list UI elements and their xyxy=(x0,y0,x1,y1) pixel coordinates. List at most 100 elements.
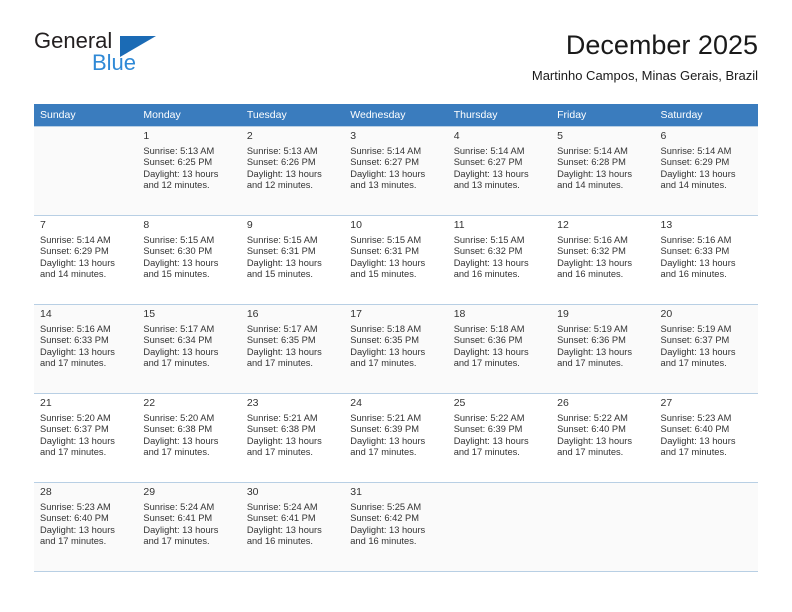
day-sun-info: Sunrise: 5:14 AM Sunset: 6:29 PM Dayligh… xyxy=(40,235,115,280)
calendar-page: General Blue December 2025 Martinho Camp… xyxy=(0,0,792,612)
day-cell-content: 25 Sunrise: 5:22 AM Sunset: 6:39 PM Dayli… xyxy=(448,394,551,479)
day-number: 12 xyxy=(557,219,569,231)
day-cell-content: 9 Sunrise: 5:15 AM Sunset: 6:31 PM Daylig… xyxy=(241,216,344,301)
calendar-day-cell[interactable]: 11 Sunrise: 5:15 AM Sunset: 6:32 PM Dayli… xyxy=(447,215,552,305)
title-block: December 2025 Martinho Campos, Minas Ger… xyxy=(532,28,758,84)
day-number: 15 xyxy=(143,308,156,320)
day-cell-content: 22 Sunrise: 5:20 AM Sunset: 6:38 PM Dayli… xyxy=(137,394,240,479)
day-cell-content: 3 Sunrise: 5:14 AM Sunset: 6:27 PM Daylig… xyxy=(344,127,447,212)
day-sun-info: Sunrise: 5:21 AM Sunset: 6:38 PM Dayligh… xyxy=(246,413,322,458)
calendar-day-cell[interactable]: 30 Sunrise: 5:24 AM Sunset: 6:41 PM Dayli… xyxy=(240,482,345,572)
calendar-day-cell[interactable]: 10 Sunrise: 5:15 AM Sunset: 6:31 PM Dayli… xyxy=(344,215,448,305)
calendar-day-cell[interactable]: 26 Sunrise: 5:22 AM Sunset: 6:40 PM Dayli… xyxy=(551,393,655,483)
weekday-header-wednesday: Wednesday xyxy=(344,104,448,127)
calendar-week-row: 21 Sunrise: 5:20 AM Sunset: 6:37 PM Dayli… xyxy=(34,393,758,483)
day-cell-content: 28 Sunrise: 5:23 AM Sunset: 6:40 PM Dayli… xyxy=(34,483,137,568)
day-sun-info: Sunrise: 5:13 AM Sunset: 6:26 PM Dayligh… xyxy=(246,146,322,191)
day-number: 28 xyxy=(40,486,52,498)
calendar-day-cell[interactable]: 23 Sunrise: 5:21 AM Sunset: 6:38 PM Dayli… xyxy=(240,393,345,483)
day-cell-content: 31 Sunrise: 5:25 AM Sunset: 6:42 PM Dayli… xyxy=(344,483,447,568)
calendar-day-cell[interactable]: 22 Sunrise: 5:20 AM Sunset: 6:38 PM Dayli… xyxy=(137,393,241,483)
day-number: 6 xyxy=(660,130,667,142)
weekday-header-friday: Friday xyxy=(551,104,655,127)
general-blue-logo[interactable]: General Blue xyxy=(34,28,254,84)
day-sun-info: Sunrise: 5:20 AM Sunset: 6:38 PM Dayligh… xyxy=(143,413,219,458)
calendar-day-cell[interactable]: 29 Sunrise: 5:24 AM Sunset: 6:41 PM Dayli… xyxy=(137,482,241,572)
day-sun-info: Sunrise: 5:19 AM Sunset: 6:37 PM Dayligh… xyxy=(660,324,736,369)
calendar-day-cell[interactable]: 12 Sunrise: 5:16 AM Sunset: 6:32 PM Dayli… xyxy=(551,215,655,305)
calendar-day-cell[interactable]: 20 Sunrise: 5:19 AM Sunset: 6:37 PM Dayli… xyxy=(654,304,758,394)
day-sun-info: Sunrise: 5:15 AM Sunset: 6:31 PM Dayligh… xyxy=(350,235,426,280)
calendar-day-cell[interactable]: 2 Sunrise: 5:13 AM Sunset: 6:26 PM Daylig… xyxy=(240,126,345,216)
page-subtitle: Martinho Campos, Minas Gerais, Brazil xyxy=(531,68,758,83)
calendar-header-row: Sunday Monday Tuesday Wednesday Thursday… xyxy=(34,104,758,127)
day-number: 30 xyxy=(246,486,259,498)
day-cell-content: 15 Sunrise: 5:17 AM Sunset: 6:34 PM Dayli… xyxy=(137,305,240,390)
calendar-day-cell[interactable]: 1 Sunrise: 5:13 AM Sunset: 6:25 PM Daylig… xyxy=(137,126,241,216)
weekday-header-saturday: Saturday xyxy=(654,104,758,127)
day-cell-content: 11 Sunrise: 5:15 AM Sunset: 6:32 PM Dayli… xyxy=(448,216,551,301)
calendar-table: Sunday Monday Tuesday Wednesday Thursday… xyxy=(34,104,758,572)
calendar-day-cell[interactable]: 31 Sunrise: 5:25 AM Sunset: 6:42 PM Dayli… xyxy=(344,482,448,572)
day-cell-content: 16 Sunrise: 5:17 AM Sunset: 6:35 PM Dayli… xyxy=(241,305,344,390)
day-cell-content: 5 Sunrise: 5:14 AM Sunset: 6:28 PM Daylig… xyxy=(551,127,654,212)
calendar-day-cell[interactable]: 8 Sunrise: 5:15 AM Sunset: 6:30 PM Daylig… xyxy=(137,215,241,305)
day-sun-info: Sunrise: 5:15 AM Sunset: 6:30 PM Dayligh… xyxy=(143,235,219,280)
day-sun-info: Sunrise: 5:17 AM Sunset: 6:35 PM Dayligh… xyxy=(246,324,322,369)
day-cell-content: 18 Sunrise: 5:18 AM Sunset: 6:36 PM Dayli… xyxy=(448,305,551,390)
calendar-day-cell-empty xyxy=(447,482,552,572)
calendar-day-cell[interactable]: 6 Sunrise: 5:14 AM Sunset: 6:29 PM Daylig… xyxy=(654,126,758,216)
day-sun-info: Sunrise: 5:23 AM Sunset: 6:40 PM Dayligh… xyxy=(40,502,115,547)
calendar-day-cell[interactable]: 4 Sunrise: 5:14 AM Sunset: 6:27 PM Daylig… xyxy=(447,126,552,216)
calendar-day-cell[interactable]: 21 Sunrise: 5:20 AM Sunset: 6:37 PM Dayli… xyxy=(34,393,138,483)
day-number: 24 xyxy=(350,397,362,409)
calendar-day-cell[interactable]: 5 Sunrise: 5:14 AM Sunset: 6:28 PM Daylig… xyxy=(551,126,655,216)
day-number: 27 xyxy=(660,397,673,409)
day-cell-content: 29 Sunrise: 5:24 AM Sunset: 6:41 PM Dayli… xyxy=(137,483,240,568)
day-sun-info: Sunrise: 5:17 AM Sunset: 6:34 PM Dayligh… xyxy=(143,324,219,369)
day-sun-info: Sunrise: 5:15 AM Sunset: 6:32 PM Dayligh… xyxy=(453,235,529,280)
day-cell-content: 20 Sunrise: 5:19 AM Sunset: 6:37 PM Dayli… xyxy=(655,305,758,390)
day-number: 2 xyxy=(246,130,253,142)
calendar-day-cell[interactable]: 17 Sunrise: 5:18 AM Sunset: 6:35 PM Dayli… xyxy=(344,304,448,394)
day-sun-info: Sunrise: 5:20 AM Sunset: 6:37 PM Dayligh… xyxy=(40,413,115,458)
calendar-body: 1 Sunrise: 5:13 AM Sunset: 6:25 PM Daylig… xyxy=(34,126,758,572)
calendar-day-cell[interactable]: 15 Sunrise: 5:17 AM Sunset: 6:34 PM Dayli… xyxy=(137,304,241,394)
day-sun-info: Sunrise: 5:14 AM Sunset: 6:27 PM Dayligh… xyxy=(453,146,529,191)
day-number: 20 xyxy=(660,308,673,320)
day-number: 8 xyxy=(143,219,150,231)
day-sun-info: Sunrise: 5:16 AM Sunset: 6:32 PM Dayligh… xyxy=(557,235,633,280)
day-number: 5 xyxy=(557,130,563,142)
day-number: 1 xyxy=(143,130,150,142)
day-sun-info: Sunrise: 5:16 AM Sunset: 6:33 PM Dayligh… xyxy=(40,324,115,369)
calendar-day-cell[interactable]: 18 Sunrise: 5:18 AM Sunset: 6:36 PM Dayli… xyxy=(447,304,552,394)
calendar-week-row: 14 Sunrise: 5:16 AM Sunset: 6:33 PM Dayli… xyxy=(34,304,758,394)
calendar-day-cell[interactable]: 27 Sunrise: 5:23 AM Sunset: 6:40 PM Dayli… xyxy=(654,393,758,483)
day-cell-content: 8 Sunrise: 5:15 AM Sunset: 6:30 PM Daylig… xyxy=(137,216,240,301)
calendar-day-cell[interactable]: 13 Sunrise: 5:16 AM Sunset: 6:33 PM Dayli… xyxy=(654,215,758,305)
calendar-day-cell[interactable]: 28 Sunrise: 5:23 AM Sunset: 6:40 PM Dayli… xyxy=(34,482,138,572)
day-sun-info: Sunrise: 5:22 AM Sunset: 6:40 PM Dayligh… xyxy=(557,413,633,458)
page-title: December 2025 xyxy=(565,30,758,60)
day-number: 25 xyxy=(453,397,466,409)
calendar-day-cell[interactable]: 9 Sunrise: 5:15 AM Sunset: 6:31 PM Daylig… xyxy=(240,215,345,305)
day-sun-info: Sunrise: 5:18 AM Sunset: 6:35 PM Dayligh… xyxy=(350,324,426,369)
day-cell-content: 14 Sunrise: 5:16 AM Sunset: 6:33 PM Dayli… xyxy=(34,305,137,390)
day-cell-content: 7 Sunrise: 5:14 AM Sunset: 6:29 PM Daylig… xyxy=(34,216,137,301)
calendar-day-cell[interactable]: 24 Sunrise: 5:21 AM Sunset: 6:39 PM Dayli… xyxy=(344,393,448,483)
calendar-day-cell-empty xyxy=(34,126,138,216)
day-sun-info: Sunrise: 5:16 AM Sunset: 6:33 PM Dayligh… xyxy=(660,235,736,280)
calendar-day-cell[interactable]: 19 Sunrise: 5:19 AM Sunset: 6:36 PM Dayli… xyxy=(551,304,655,394)
calendar-day-cell[interactable]: 14 Sunrise: 5:16 AM Sunset: 6:33 PM Dayli… xyxy=(34,304,138,394)
day-sun-info: Sunrise: 5:21 AM Sunset: 6:39 PM Dayligh… xyxy=(350,413,426,458)
day-cell-content: 21 Sunrise: 5:20 AM Sunset: 6:37 PM Dayli… xyxy=(34,394,137,479)
day-number: 10 xyxy=(350,219,362,231)
day-sun-info: Sunrise: 5:19 AM Sunset: 6:36 PM Dayligh… xyxy=(557,324,633,369)
calendar-day-cell[interactable]: 25 Sunrise: 5:22 AM Sunset: 6:39 PM Dayli… xyxy=(447,393,552,483)
calendar-day-cell[interactable]: 16 Sunrise: 5:17 AM Sunset: 6:35 PM Dayli… xyxy=(240,304,345,394)
weekday-header-thursday: Thursday xyxy=(447,104,552,127)
calendar-day-cell[interactable]: 7 Sunrise: 5:14 AM Sunset: 6:29 PM Daylig… xyxy=(34,215,138,305)
calendar-day-cell[interactable]: 3 Sunrise: 5:14 AM Sunset: 6:27 PM Daylig… xyxy=(344,126,448,216)
day-cell-content: 6 Sunrise: 5:14 AM Sunset: 6:29 PM Daylig… xyxy=(655,127,758,212)
day-number: 18 xyxy=(453,308,466,320)
